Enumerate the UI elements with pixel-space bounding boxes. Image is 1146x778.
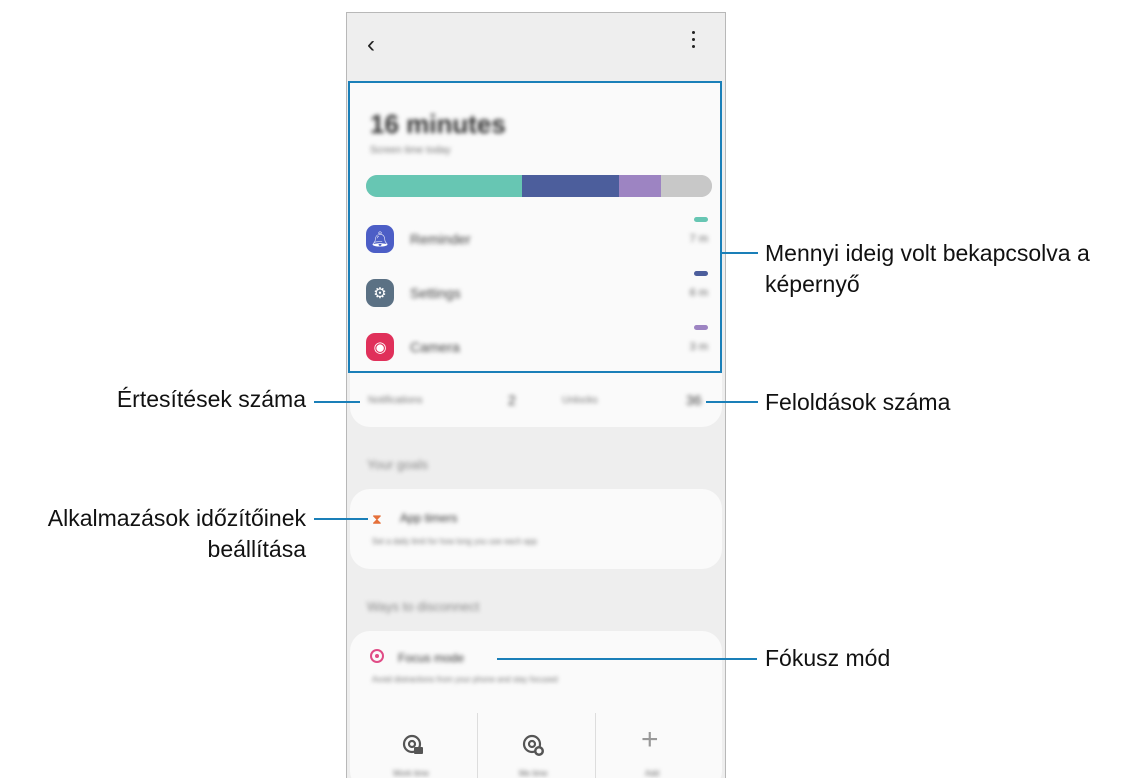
- callout-notifications: Értesítések száma: [116, 386, 306, 412]
- usage-bar-segment: [619, 175, 661, 197]
- goals-heading: Your goals: [367, 457, 428, 472]
- stats-card: Notifications 2 Unlocks 36: [350, 373, 722, 427]
- callout-screen-on-line1: Mennyi ideig volt bekapcsolva a: [765, 240, 1090, 266]
- bell-icon: 🔔︎: [366, 225, 394, 253]
- camera-icon: ◉: [366, 333, 394, 361]
- app-timers-description: Set a daily limit for how long you use e…: [372, 537, 537, 546]
- callout-timers: Alkalmazások időzítőinek beállítása: [48, 503, 306, 565]
- app-row-settings[interactable]: ⚙ Settings 6 m: [366, 271, 714, 313]
- usage-bar-segment: [661, 175, 712, 197]
- total-time: 16 minutes: [370, 109, 506, 139]
- usage-bar: [366, 175, 712, 197]
- callout-unlocks: Feloldások száma: [765, 389, 951, 415]
- usage-bar-segment: [366, 175, 522, 197]
- notifications-label: Notifications: [368, 395, 423, 406]
- hourglass-icon: ⧗: [372, 511, 382, 527]
- app-name: Camera: [410, 339, 460, 355]
- callout-timers-line1: Alkalmazások időzítőinek: [47, 505, 306, 531]
- app-time: 3 m: [689, 341, 708, 353]
- callout-line-unlocks: [706, 401, 758, 403]
- app-name: Reminder: [410, 231, 471, 247]
- app-color-dash: [694, 325, 708, 330]
- app-color-dash: [694, 271, 708, 276]
- screen-time-card[interactable]: 16 minutes Screen time today 🔔︎ Reminder…: [350, 83, 722, 373]
- app-name: Settings: [410, 285, 461, 301]
- notifications-value: 2: [508, 392, 516, 408]
- callout-screen-on: Mennyi ideig volt bekapcsolva a képernyő: [765, 238, 1090, 300]
- app-bar: ‹: [347, 13, 725, 77]
- chevron-left-icon[interactable]: ‹: [367, 31, 375, 59]
- app-row-reminder[interactable]: 🔔︎ Reminder 7 m: [366, 217, 714, 259]
- app-color-dash: [694, 217, 708, 222]
- plus-icon: +: [641, 723, 659, 756]
- app-time: 7 m: [689, 233, 708, 245]
- gear-icon: ⚙: [366, 279, 394, 307]
- focus-work-icon: [402, 734, 423, 754]
- callout-timers-line2: beállítása: [207, 536, 306, 562]
- focus-me-icon: [522, 734, 544, 756]
- more-vertical-icon[interactable]: [691, 31, 697, 53]
- callout-line-focus: [497, 658, 757, 660]
- disconnect-heading: Ways to disconnect: [367, 599, 480, 614]
- callout-focus: Fókusz mód: [765, 645, 891, 671]
- app-row-camera[interactable]: ◉ Camera 3 m: [366, 325, 714, 367]
- focus-mode-description: Avoid distractions from your phone and s…: [372, 675, 558, 684]
- phone-screen: ‹ 16 minutes Screen time today 🔔︎ Remind…: [346, 12, 726, 778]
- target-icon: [370, 649, 384, 663]
- usage-bar-segment: [522, 175, 619, 197]
- callout-line-timers: [314, 518, 368, 520]
- unlocks-value: 36: [686, 392, 702, 408]
- app-time: 6 m: [689, 287, 708, 299]
- app-timers-title: App timers: [400, 511, 458, 525]
- callout-line-notifications: [314, 401, 360, 403]
- callout-line-screen-on: [722, 252, 758, 254]
- focus-mode-title: Focus mode: [398, 651, 465, 665]
- app-timers-card[interactable]: ⧗ App timers Set a daily limit for how l…: [350, 489, 722, 569]
- total-time-subtitle: Screen time today: [370, 145, 451, 156]
- focus-tile-me[interactable]: Me time: [477, 713, 595, 778]
- focus-tile-add[interactable]: + Add: [595, 713, 713, 778]
- unlocks-label: Unlocks: [562, 395, 598, 406]
- callout-screen-on-line2: képernyő: [765, 271, 860, 297]
- focus-tile-work[interactable]: Work time: [357, 713, 475, 778]
